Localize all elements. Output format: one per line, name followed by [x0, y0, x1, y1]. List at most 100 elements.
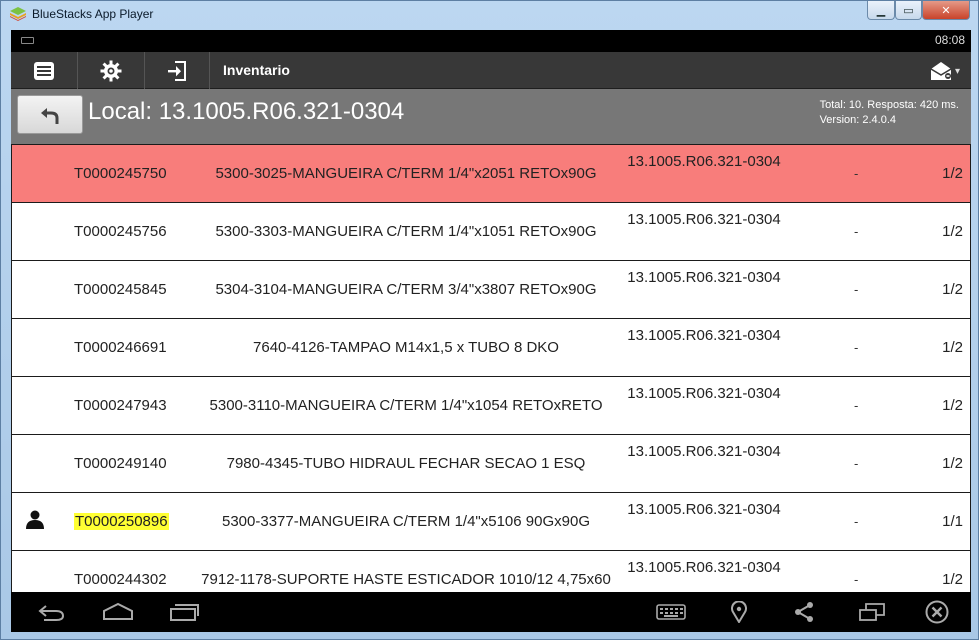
menu-button[interactable]: [11, 52, 78, 89]
item-code-text: T0000244302: [74, 571, 167, 588]
item-status: -: [854, 514, 859, 529]
item-quantity: 1/2: [942, 165, 963, 182]
item-code: T0000245756: [74, 203, 167, 260]
logout-button[interactable]: [145, 52, 210, 89]
total-response-text: Total: 10. Resposta: 420 ms.: [819, 99, 959, 111]
nav-back-button[interactable]: [33, 600, 69, 624]
gear-icon: [100, 60, 122, 81]
nav-location-button[interactable]: [727, 600, 751, 624]
item-location: 13.1005.R06.321-0304: [627, 269, 781, 286]
location-pin-icon: [731, 601, 747, 623]
messages-button[interactable]: ▾: [929, 58, 963, 84]
list-item[interactable]: T0000244302 7912-1178-SUPORTE HASTE ESTIC…: [12, 551, 970, 592]
item-code-text: T0000250896: [74, 513, 169, 530]
item-code: T0000250896: [74, 493, 169, 550]
list-item[interactable]: T0000246691 7640-4126-TAMPAO M14x1,5 x TU…: [12, 319, 970, 376]
home-icon: [103, 602, 133, 620]
keyboard-status-icon: [21, 37, 34, 44]
list-item[interactable]: T0000245756 5300-3303-MANGUEIRA C/TERM 1/…: [12, 203, 970, 260]
list-item[interactable]: T0000245845 5304-3104-MANGUEIRA C/TERM 3/…: [12, 261, 970, 318]
minimize-button[interactable]: ▁: [867, 1, 895, 20]
undo-arrow-icon: [41, 107, 59, 124]
item-quantity: 1/2: [942, 281, 963, 298]
item-description: 5300-3110-MANGUEIRA C/TERM 1/4"x1054 RET…: [209, 396, 603, 414]
nav-keyboard-button[interactable]: [655, 600, 687, 624]
close-window-button[interactable]: ✕: [922, 1, 970, 20]
item-location: 13.1005.R06.321-0304: [627, 153, 781, 170]
list-item[interactable]: T0000245750 5300-3025-MANGUEIRA C/TERM 1/…: [12, 145, 970, 202]
maximize-button[interactable]: ▭: [895, 1, 922, 20]
response-info: Total: 10. Resposta: 420 ms. Version: 2.…: [820, 98, 959, 128]
item-description: 7640-4126-TAMPAO M14x1,5 x TUBO 8 DKO: [253, 338, 559, 356]
item-status: -: [854, 224, 859, 239]
item-description: 5300-3377-MANGUEIRA C/TERM 1/4"x5106 90G…: [222, 512, 590, 530]
item-description: 5300-3025-MANGUEIRA C/TERM 1/4"x2051 RET…: [215, 164, 597, 182]
window-title: BlueStacks App Player: [32, 7, 154, 21]
item-description: 7912-1178-SUPORTE HASTE ESTICADOR 1010/1…: [201, 570, 611, 588]
item-code: T0000245845: [74, 261, 167, 318]
item-code: T0000245750: [74, 145, 167, 202]
nav-recent-button[interactable]: [167, 600, 201, 624]
list-item[interactable]: T0000247943 5300-3110-MANGUEIRA C/TERM 1/…: [12, 377, 970, 434]
item-status: -: [854, 166, 859, 181]
keyboard-icon: [656, 604, 686, 620]
item-code: T0000249140: [74, 435, 167, 492]
status-bar: 08:08: [11, 30, 971, 52]
item-description: 5300-3303-MANGUEIRA C/TERM 1/4"x1051 RET…: [215, 222, 597, 240]
item-code: T0000247943: [74, 377, 167, 434]
item-location: 13.1005.R06.321-0304: [627, 211, 781, 228]
nav-close-app-button[interactable]: [923, 600, 951, 624]
item-location: 13.1005.R06.321-0304: [627, 327, 781, 344]
item-code: T0000246691: [74, 319, 167, 376]
item-code-text: T0000245750: [74, 165, 167, 182]
nav-share-button[interactable]: [791, 600, 817, 624]
settings-button[interactable]: [78, 52, 145, 89]
item-location: 13.1005.R06.321-0304: [627, 559, 781, 576]
close-app-icon: [925, 600, 949, 624]
item-code-text: T0000247943: [74, 397, 167, 414]
location-header: Local: 13.1005.R06.321-0304 Total: 10. R…: [11, 89, 971, 144]
inventory-list[interactable]: T0000245750 5300-3025-MANGUEIRA C/TERM 1/…: [11, 144, 971, 592]
nav-multiwindow-button[interactable]: [857, 600, 887, 624]
item-code-text: T0000249140: [74, 455, 167, 472]
item-status: -: [854, 340, 859, 355]
list-item[interactable]: T0000249140 7980-4345-TUBO HIDRAUL FECHAR…: [12, 435, 970, 492]
overflow-icon: ▾: [955, 65, 961, 77]
item-description: 7980-4345-TUBO HIDRAUL FECHAR SECAO 1 ES…: [226, 454, 586, 472]
back-button[interactable]: [17, 95, 83, 134]
bluestacks-logo-icon: [10, 7, 26, 21]
item-quantity: 1/2: [942, 455, 963, 472]
user-icon: [26, 510, 44, 529]
list-item[interactable]: T0000250896 5300-3377-MANGUEIRA C/TERM 1/…: [12, 493, 970, 550]
version-text: Version: 2.4.0.4: [819, 114, 897, 126]
recent-apps-icon: [170, 604, 199, 621]
window-titlebar[interactable]: BlueStacks App Player ▁ ▭ ✕: [1, 1, 978, 30]
item-status: -: [854, 572, 859, 587]
item-code: T0000244302: [74, 551, 167, 592]
item-quantity: 1/2: [942, 397, 963, 414]
back-icon: [38, 605, 65, 621]
item-code-text: T0000246691: [74, 339, 167, 356]
item-quantity: 1/2: [942, 339, 963, 356]
item-code-text: T0000245845: [74, 281, 167, 298]
nav-home-button[interactable]: [99, 600, 137, 624]
item-location: 13.1005.R06.321-0304: [627, 385, 781, 402]
list-icon: [34, 61, 54, 80]
item-status: -: [854, 282, 859, 297]
item-status: -: [854, 398, 859, 413]
item-status: -: [854, 456, 859, 471]
screen-title: Inventario: [223, 62, 290, 78]
item-quantity: 1/2: [942, 571, 963, 588]
item-location: 13.1005.R06.321-0304: [627, 443, 781, 460]
item-code-text: T0000245756: [74, 223, 167, 240]
location-title: Local: 13.1005.R06.321-0304: [88, 98, 405, 125]
item-quantity: 1/1: [942, 513, 963, 530]
item-location: 13.1005.R06.321-0304: [627, 501, 781, 518]
item-quantity: 1/2: [942, 223, 963, 240]
share-icon: [795, 602, 813, 622]
bluestacks-window: BlueStacks App Player ▁ ▭ ✕ 08:08 Invent…: [0, 0, 979, 640]
exit-icon: [168, 60, 186, 81]
status-clock: 08:08: [934, 33, 965, 47]
android-nav-bar: [11, 592, 971, 632]
multi-window-icon: [859, 603, 885, 621]
